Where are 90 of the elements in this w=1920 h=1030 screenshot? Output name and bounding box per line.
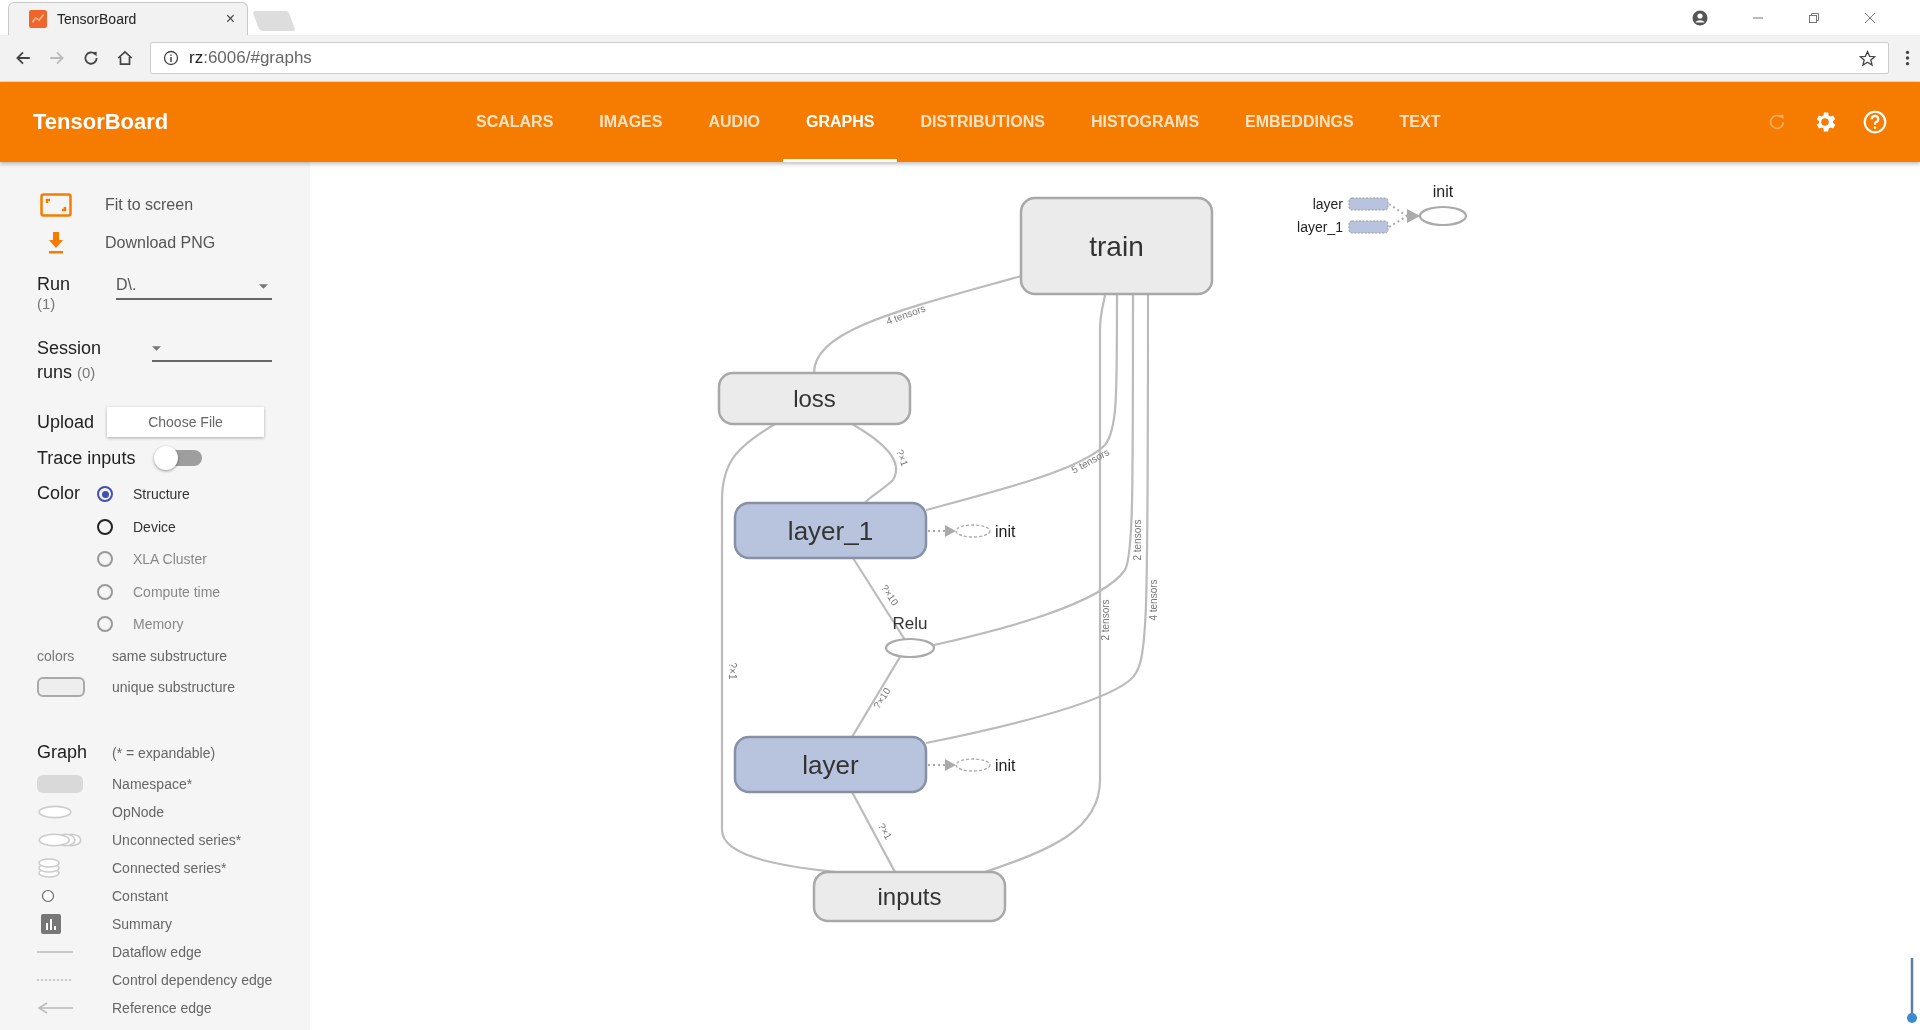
node-label: layer_1 bbox=[1297, 219, 1343, 235]
node-label: layer bbox=[1312, 196, 1343, 212]
url-text: rz:6006/#graphs bbox=[189, 48, 312, 68]
init-node[interactable] bbox=[955, 758, 991, 772]
restore-icon[interactable] bbox=[1808, 11, 1820, 24]
solid-line-icon bbox=[37, 950, 73, 953]
browser-tab[interactable]: TensorBoard × bbox=[8, 2, 248, 35]
node-label: init bbox=[1432, 183, 1454, 200]
edge-label: ?×1 bbox=[894, 447, 911, 468]
legend-note: (* = expandable) bbox=[112, 744, 216, 761]
legend-label: Summary bbox=[112, 915, 172, 932]
node-label: Relu bbox=[892, 614, 928, 633]
stack-icon bbox=[37, 857, 61, 878]
bridge-node[interactable] bbox=[1348, 220, 1389, 234]
control-edge bbox=[927, 759, 956, 771]
action-link[interactable]: Download PNG bbox=[105, 234, 216, 252]
ellipse-icon bbox=[37, 804, 73, 819]
legend-label: Reference edge bbox=[112, 999, 212, 1016]
legend-label: Control dependency edge bbox=[112, 971, 273, 988]
run-count: (1) bbox=[37, 295, 57, 312]
op-node[interactable] bbox=[884, 637, 936, 659]
edge-label: 4 tensors bbox=[1148, 579, 1159, 621]
info-icon bbox=[163, 50, 179, 66]
bar-chart-icon bbox=[41, 913, 61, 934]
run-label: Run bbox=[37, 274, 72, 295]
new-tab-button[interactable] bbox=[252, 11, 296, 31]
unique-substructure-icon bbox=[37, 677, 85, 697]
namespace-node[interactable]: layer_1 bbox=[733, 501, 928, 560]
init-node[interactable] bbox=[955, 524, 991, 538]
help-icon[interactable] bbox=[1862, 109, 1888, 135]
namespace-node[interactable]: layer bbox=[733, 735, 928, 794]
legend-label: Dataflow edge bbox=[112, 943, 202, 960]
legend-label: Connected series* bbox=[112, 859, 227, 876]
tab-title: TensorBoard bbox=[57, 11, 138, 27]
legend-label: unique substructure bbox=[112, 679, 235, 695]
close-tab-button[interactable]: × bbox=[225, 10, 235, 28]
radio-label: XLA Cluster bbox=[133, 551, 207, 568]
home-icon[interactable] bbox=[116, 49, 134, 67]
radio-label: Compute time bbox=[133, 583, 221, 600]
bridge-node[interactable] bbox=[1348, 197, 1389, 211]
close-icon[interactable] bbox=[1864, 11, 1876, 24]
radio-label: Device bbox=[133, 518, 176, 535]
star-icon[interactable] bbox=[1859, 49, 1876, 67]
circle-icon bbox=[41, 888, 55, 903]
graph-label: Graph bbox=[37, 742, 88, 763]
arrow-icon bbox=[37, 1000, 73, 1015]
trace-inputs-label: Trace inputs bbox=[37, 447, 136, 469]
fit-screen-icon[interactable] bbox=[40, 193, 72, 217]
radio-button[interactable] bbox=[97, 518, 113, 535]
node-label: init bbox=[995, 757, 1016, 774]
node-label: init bbox=[995, 523, 1016, 540]
series-icon bbox=[37, 832, 83, 847]
app-title: TensorBoard bbox=[33, 109, 170, 135]
run-dropdown[interactable]: D\. bbox=[116, 274, 272, 300]
namespace-icon bbox=[37, 774, 83, 793]
forward-icon[interactable] bbox=[48, 49, 66, 67]
session-runs-label: Session runs (0) bbox=[37, 337, 103, 384]
legend-key: colors bbox=[37, 648, 75, 664]
control-edge bbox=[927, 525, 956, 537]
color-label: Color bbox=[37, 482, 81, 505]
scale-indicator bbox=[1907, 958, 1917, 1023]
radio-label: Structure bbox=[133, 486, 190, 503]
dashed-line-icon bbox=[37, 978, 73, 981]
choose-file-button[interactable]: Choose File bbox=[107, 407, 265, 437]
tensorboard-favicon-icon bbox=[29, 10, 47, 28]
legend-label: Constant bbox=[112, 887, 169, 904]
legend-label: Unconnected series* bbox=[112, 831, 242, 848]
namespace-node[interactable]: inputs bbox=[812, 870, 1007, 923]
namespace-node[interactable]: loss bbox=[717, 371, 912, 426]
caret-icon[interactable] bbox=[152, 346, 161, 351]
back-icon[interactable] bbox=[14, 49, 32, 67]
address-bar[interactable]: rz:6006/#graphs bbox=[150, 42, 1889, 74]
namespace-node[interactable]: train bbox=[1019, 196, 1214, 296]
radio-button[interactable] bbox=[97, 486, 113, 503]
radio-label: Memory bbox=[133, 616, 184, 633]
action-link[interactable]: Fit to screen bbox=[105, 196, 194, 214]
menu-icon[interactable] bbox=[1905, 49, 1910, 67]
caret-icon[interactable] bbox=[259, 284, 268, 289]
legend-label: OpNode bbox=[112, 803, 165, 820]
legend-label: same substructure bbox=[112, 648, 228, 664]
edge-label: ?×1 bbox=[727, 662, 738, 680]
reload-icon[interactable] bbox=[82, 49, 100, 67]
upload-label: Upload bbox=[37, 411, 95, 433]
edge-label: ?×1 bbox=[876, 821, 895, 842]
edge-label: 2 tensors bbox=[1132, 519, 1143, 561]
edge-label: 2 tensors bbox=[1100, 599, 1111, 641]
legend-label: Namespace* bbox=[112, 775, 193, 792]
op-node[interactable] bbox=[1418, 205, 1468, 227]
account-icon[interactable] bbox=[1692, 9, 1708, 26]
edge-label: 4 tensors bbox=[884, 302, 927, 327]
